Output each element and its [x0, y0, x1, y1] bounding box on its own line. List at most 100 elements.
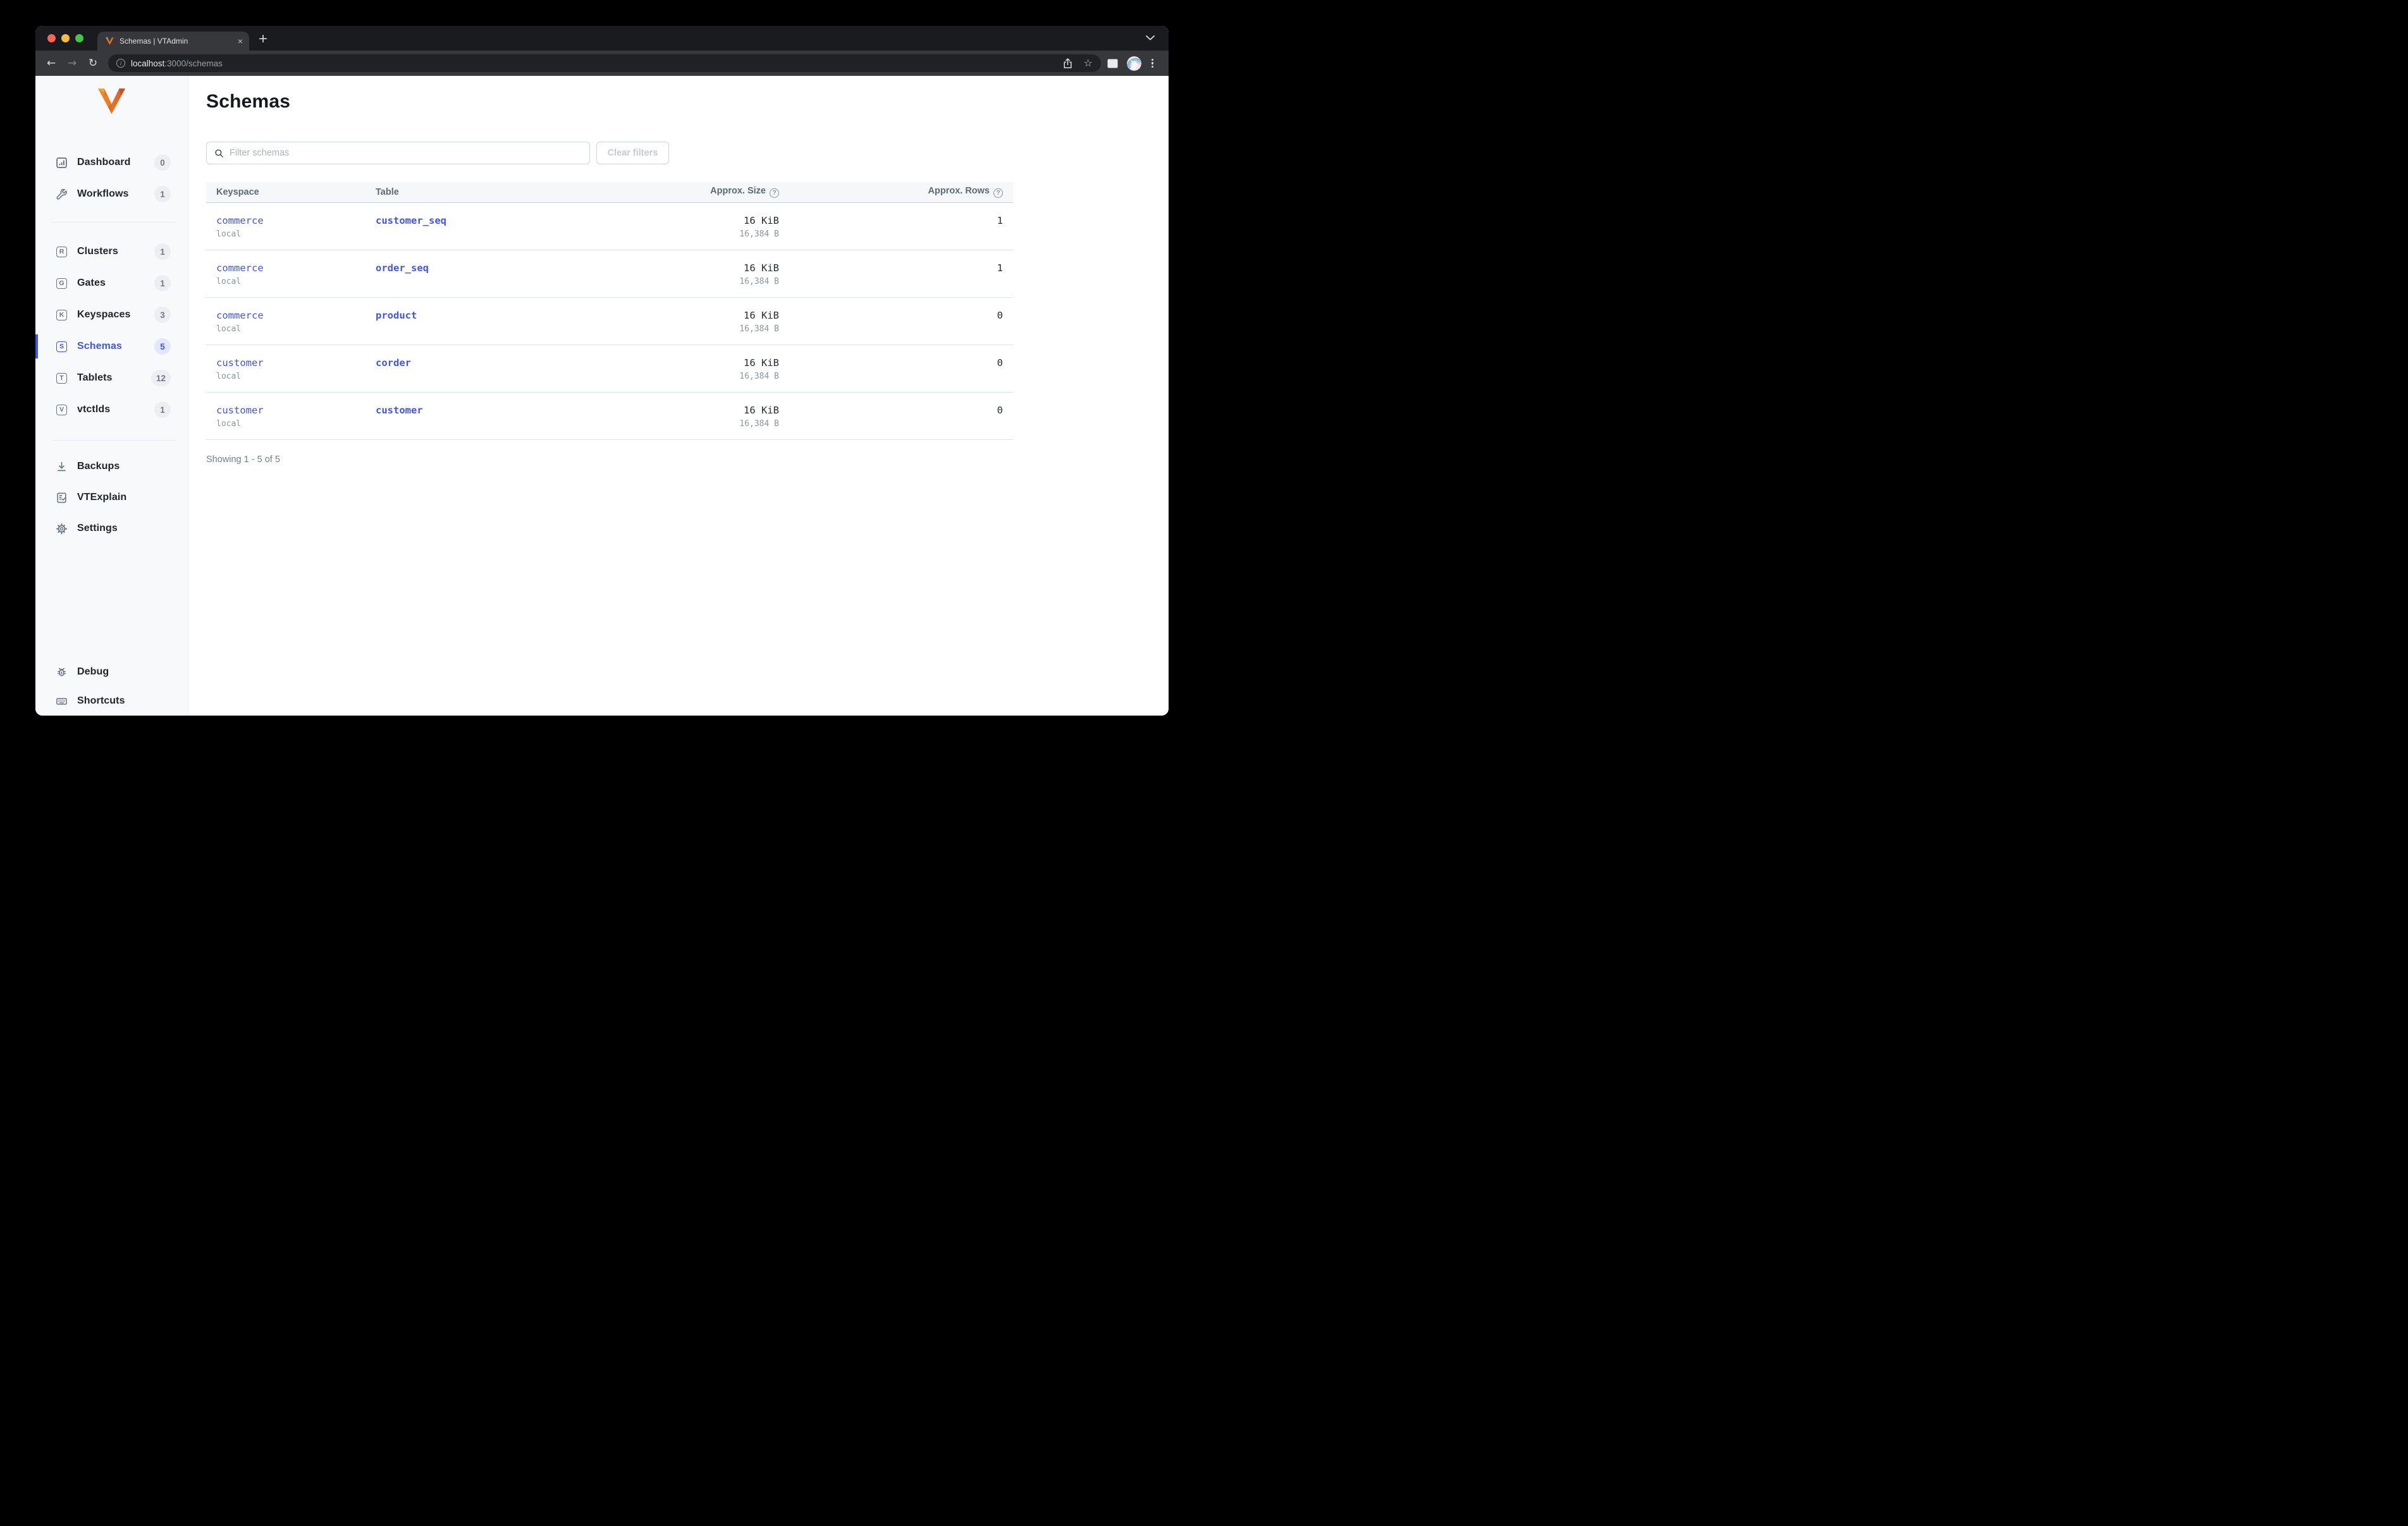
- approx-size-value: 16 KiB: [744, 309, 779, 321]
- sidebar-item-clusters[interactable]: R Clusters 1: [35, 239, 188, 264]
- clusters-icon: R: [56, 246, 67, 257]
- table-row: commerce local customer_seq 16 KiB 16,38…: [206, 202, 1013, 250]
- table-row: commerce local order_seq 16 KiB 16,384 B: [206, 250, 1013, 298]
- rows-help-icon[interactable]: ?: [993, 188, 1003, 198]
- size-help-icon[interactable]: ?: [770, 188, 779, 198]
- bookmark-star-icon[interactable]: ☆: [1083, 58, 1092, 68]
- filter-input-wrapper: [206, 142, 590, 164]
- sidebar-item-workflows[interactable]: Workflows 1: [35, 181, 188, 207]
- clear-filters-button[interactable]: Clear filters: [596, 142, 669, 164]
- page-title: Schemas: [206, 91, 291, 112]
- approx-rows-value: 0: [997, 357, 1003, 369]
- tab-title: Schemas | VTAdmin: [120, 37, 188, 46]
- back-button[interactable]: ←: [43, 55, 59, 71]
- count-badge: 5: [154, 338, 171, 355]
- size-bytes-value: 16,384 B: [739, 371, 779, 381]
- sidebar-item-label: Settings: [77, 523, 118, 534]
- keyspace-link[interactable]: customer: [216, 405, 264, 416]
- keyspace-link[interactable]: commerce: [216, 215, 264, 226]
- keyspace-link[interactable]: customer: [216, 357, 264, 369]
- sidebar-item-shortcuts[interactable]: Shortcuts: [35, 690, 188, 716]
- approx-size-value: 16 KiB: [744, 262, 779, 274]
- search-icon: [214, 149, 224, 158]
- sidebar-item-label: vtctlds: [77, 404, 111, 415]
- filter-schemas-input[interactable]: [230, 148, 582, 158]
- forward-button[interactable]: →: [64, 55, 80, 71]
- keyboard-icon: [56, 696, 67, 707]
- new-tab-button[interactable]: +: [258, 33, 268, 45]
- share-icon[interactable]: [1063, 58, 1072, 69]
- size-bytes-value: 16,384 B: [739, 276, 779, 286]
- sidebar-item-keyspaces[interactable]: K Keyspaces 3: [35, 302, 188, 327]
- table-link[interactable]: customer: [376, 405, 423, 416]
- sidebar-item-debug[interactable]: Debug: [35, 659, 188, 685]
- approx-rows-value: 0: [997, 404, 1003, 416]
- keyspaces-icon: K: [56, 309, 67, 320]
- sidebar-item-vtctlds[interactable]: V vtctlds 1: [35, 397, 188, 422]
- pagination-status: Showing 1 - 5 of 5: [206, 454, 280, 465]
- wrench-icon: [56, 188, 67, 200]
- size-bytes-value: 16,384 B: [739, 324, 779, 334]
- approx-size-value: 16 KiB: [744, 214, 779, 226]
- keyspace-link[interactable]: commerce: [216, 310, 264, 321]
- sidebar-item-dashboard[interactable]: Dashboard 0: [35, 150, 188, 175]
- sidebar-divider: [52, 222, 175, 223]
- window-controls: [47, 34, 83, 42]
- count-badge: 1: [154, 275, 171, 291]
- main-content: Schemas Clear filters Keyspace Table App: [188, 76, 1169, 716]
- table-row: customer local corder 16 KiB 16,384 B 0: [206, 345, 1013, 393]
- approx-rows-value: 0: [997, 309, 1003, 321]
- cluster-label: local: [216, 324, 242, 334]
- keyspace-link[interactable]: commerce: [216, 262, 264, 274]
- cluster-label: local: [216, 229, 242, 239]
- zoom-window-button[interactable]: [75, 34, 83, 42]
- sidebar: Dashboard 0 Workflows 1 R Clusters 1 G G…: [35, 76, 188, 716]
- column-header-rows: Approx. Rows: [928, 186, 990, 197]
- sidebar-item-label: VTExplain: [77, 492, 127, 503]
- reload-button[interactable]: ↻: [85, 55, 101, 71]
- address-bar[interactable]: i localhost:3000/schemas ☆: [108, 54, 1101, 72]
- vtctlds-icon: V: [56, 404, 67, 415]
- sidebar-item-settings[interactable]: Settings: [35, 516, 188, 541]
- browser-window: Schemas | VTAdmin × + ← → ↻ i localhost:…: [35, 26, 1169, 716]
- count-badge: 3: [154, 307, 171, 323]
- sidebar-item-backups[interactable]: Backups: [35, 454, 188, 479]
- side-panel-icon[interactable]: [1107, 59, 1118, 68]
- sidebar-item-label: Dashboard: [77, 157, 131, 168]
- tab-search-chevron-icon[interactable]: [1146, 35, 1155, 40]
- cluster-label: local: [216, 276, 242, 286]
- schemas-table: Keyspace Table Approx. Size? Approx. Row…: [206, 182, 1013, 440]
- table-link[interactable]: customer_seq: [376, 215, 446, 226]
- table-link[interactable]: corder: [376, 357, 411, 369]
- sidebar-item-label: Backups: [77, 461, 120, 472]
- table-link[interactable]: product: [376, 310, 417, 321]
- browser-tab[interactable]: Schemas | VTAdmin ×: [97, 32, 249, 51]
- site-info-icon[interactable]: i: [116, 59, 125, 68]
- sidebar-item-gates[interactable]: G Gates 1: [35, 271, 188, 296]
- cluster-label: local: [216, 418, 242, 429]
- tablets-icon: T: [56, 372, 67, 384]
- minimize-window-button[interactable]: [61, 34, 70, 42]
- download-icon: [56, 461, 67, 472]
- document-check-icon: [56, 492, 67, 503]
- count-badge: 1: [154, 186, 171, 202]
- browser-menu-icon[interactable]: [1150, 58, 1155, 70]
- vtadmin-app: Dashboard 0 Workflows 1 R Clusters 1 G G…: [35, 76, 1169, 716]
- table-header-row: Keyspace Table Approx. Size? Approx. Row…: [206, 182, 1013, 203]
- sidebar-divider: [52, 440, 175, 441]
- dashboard-icon: [56, 157, 67, 168]
- url-path: :3000/schemas: [164, 58, 223, 68]
- tab-close-icon[interactable]: ×: [238, 37, 243, 46]
- close-window-button[interactable]: [47, 34, 56, 42]
- sidebar-item-schemas[interactable]: S Schemas 5: [35, 334, 188, 359]
- bug-icon: [56, 667, 67, 678]
- tab-strip: Schemas | VTAdmin × +: [35, 26, 1169, 51]
- schemas-icon: S: [56, 341, 67, 352]
- count-badge: 1: [154, 401, 171, 418]
- table-row: customer local customer 16 KiB 16,384 B: [206, 392, 1013, 440]
- sidebar-item-tablets[interactable]: T Tablets 12: [35, 365, 188, 391]
- sidebar-item-vtexplain[interactable]: VTExplain: [35, 485, 188, 510]
- profile-avatar[interactable]: [1126, 56, 1141, 71]
- sidebar-item-label: Workflows: [77, 188, 129, 199]
- table-link[interactable]: order_seq: [376, 262, 429, 274]
